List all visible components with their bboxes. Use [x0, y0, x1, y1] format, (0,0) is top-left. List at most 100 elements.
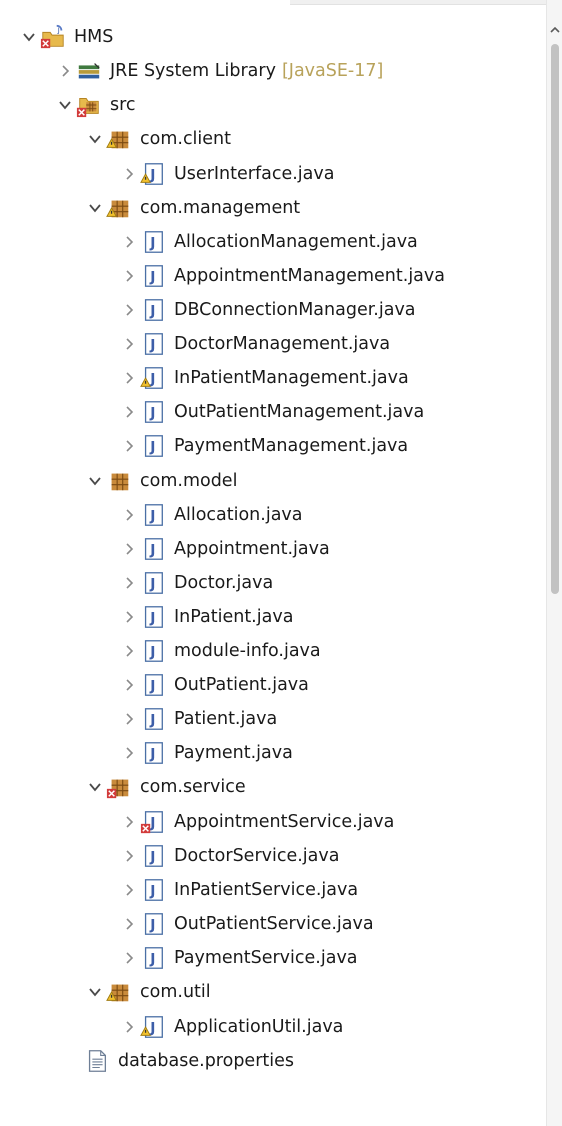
vertical-scrollbar[interactable] — [546, 0, 562, 1126]
scroll-up-arrow-icon[interactable] — [547, 22, 562, 38]
file-label: InPatient.java — [174, 607, 294, 627]
tree-item-java-file[interactable]: J AppointmentService.java — [118, 805, 394, 839]
svg-text:J: J — [149, 543, 155, 559]
tree-item-java-file[interactable]: J Patient.java — [118, 702, 277, 736]
file-label: OutPatient.java — [174, 675, 309, 695]
file-label: PaymentService.java — [174, 948, 358, 968]
svg-text:J: J — [149, 372, 155, 388]
chevron-right-icon[interactable] — [118, 668, 140, 702]
file-label: database.properties — [118, 1051, 294, 1071]
tree-item-java-file[interactable]: J PaymentService.java — [118, 941, 358, 975]
tree-item-java-file[interactable]: J ApplicationUtil.java — [118, 1010, 343, 1044]
scrollbar-thumb[interactable] — [551, 44, 559, 594]
tree-item-java-file[interactable]: J module-info.java — [118, 634, 321, 668]
tree-item-java-file[interactable]: J Doctor.java — [118, 566, 273, 600]
chevron-right-icon[interactable] — [118, 873, 140, 907]
chevron-down-icon[interactable] — [84, 975, 106, 1009]
chevron-right-icon[interactable] — [118, 293, 140, 327]
chevron-right-icon[interactable] — [118, 839, 140, 873]
tree-item-java-file[interactable]: J InPatientManagement.java — [118, 361, 409, 395]
tree-item-java-file[interactable]: J DoctorService.java — [118, 839, 339, 873]
svg-text:J: J — [149, 236, 155, 252]
chevron-right-icon[interactable] — [118, 941, 140, 975]
file-label: OutPatientService.java — [174, 914, 374, 934]
tree-item-java-file[interactable]: J Appointment.java — [118, 532, 330, 566]
tree-item-package-com-model[interactable]: com.model — [84, 464, 237, 498]
file-label: Appointment.java — [174, 539, 330, 559]
tree-item-java-file[interactable]: J Allocation.java — [118, 498, 303, 532]
chevron-down-icon[interactable] — [18, 20, 40, 54]
chevron-right-icon[interactable] — [118, 225, 140, 259]
chevron-right-icon[interactable] — [118, 1010, 140, 1044]
tree-item-java-file[interactable]: J AppointmentManagement.java — [118, 259, 445, 293]
tree-item-src[interactable]: src — [54, 88, 136, 122]
chevron-down-icon[interactable] — [84, 770, 106, 804]
chevron-right-icon[interactable] — [118, 532, 140, 566]
package-explorer-tree: J HMS JRE System Library [JavaSE-17] src… — [0, 0, 546, 1126]
java-file-icon: J — [140, 330, 166, 358]
chevron-down-icon[interactable] — [54, 88, 76, 122]
tree-item-package-com-service[interactable]: com.service — [84, 770, 246, 804]
chevron-right-icon[interactable] — [118, 498, 140, 532]
tree-item-java-file[interactable]: J InPatientService.java — [118, 873, 358, 907]
package-label: com.client — [140, 129, 232, 149]
svg-text:J: J — [149, 918, 155, 934]
project-label: HMS — [74, 27, 114, 47]
package-label: com.management — [140, 198, 301, 218]
java-file-icon: J — [140, 296, 166, 324]
chevron-right-icon[interactable] — [118, 327, 140, 361]
tree-item-package-com-client[interactable]: com.client — [84, 122, 231, 156]
tree-item-java-file[interactable]: J DBConnectionManager.java — [118, 293, 416, 327]
chevron-down-icon[interactable] — [84, 191, 106, 225]
java-project-error-icon: J — [40, 23, 66, 51]
file-label: AppointmentManagement.java — [174, 266, 445, 286]
tree-item-java-file[interactable]: J InPatient.java — [118, 600, 293, 634]
tree-item-java-file[interactable]: J OutPatient.java — [118, 668, 309, 702]
chevron-right-icon[interactable] — [118, 259, 140, 293]
chevron-right-icon[interactable] — [118, 600, 140, 634]
java-file-icon: J — [140, 603, 166, 631]
svg-text:J: J — [149, 713, 155, 729]
tree-item-java-file[interactable]: J UserInterface.java — [118, 157, 334, 191]
chevron-right-icon[interactable] — [118, 157, 140, 191]
chevron-right-icon[interactable] — [54, 54, 76, 88]
tree-item-java-file[interactable]: J PaymentManagement.java — [118, 429, 408, 463]
chevron-right-icon[interactable] — [118, 805, 140, 839]
tree-item-jre-system-library[interactable]: JRE System Library [JavaSE-17] — [54, 54, 383, 88]
tree-item-package-com-util[interactable]: com.util — [84, 975, 211, 1009]
svg-text:J: J — [149, 168, 155, 184]
file-label: Patient.java — [174, 709, 278, 729]
java-file-icon: J — [140, 262, 166, 290]
svg-text:J: J — [149, 1021, 155, 1037]
file-label: Allocation.java — [174, 505, 303, 525]
tree-item-package-com-management[interactable]: com.management — [84, 191, 300, 225]
chevron-right-icon[interactable] — [118, 634, 140, 668]
svg-text:J: J — [149, 645, 155, 661]
chevron-right-icon[interactable] — [118, 907, 140, 941]
java-file-icon: J — [140, 705, 166, 733]
tree-item-java-file[interactable]: J OutPatientService.java — [118, 907, 374, 941]
chevron-right-icon[interactable] — [118, 395, 140, 429]
tree-item-project[interactable]: J HMS — [18, 20, 113, 54]
chevron-right-icon[interactable] — [118, 702, 140, 736]
tree-item-java-file[interactable]: J Payment.java — [118, 736, 293, 770]
chevron-right-icon[interactable] — [118, 736, 140, 770]
file-label: Doctor.java — [174, 573, 274, 593]
jre-version-decoration: [JavaSE-17] — [281, 61, 384, 81]
chevron-down-icon[interactable] — [84, 464, 106, 498]
tree-item-java-file[interactable]: J DoctorManagement.java — [118, 327, 390, 361]
file-label: InPatientManagement.java — [174, 368, 409, 388]
file-label: UserInterface.java — [174, 164, 335, 184]
java-file-icon: J — [140, 944, 166, 972]
chevron-right-icon[interactable] — [118, 566, 140, 600]
chevron-right-icon[interactable] — [118, 361, 140, 395]
svg-text:J: J — [149, 440, 155, 456]
chevron-right-icon[interactable] — [118, 429, 140, 463]
text-file-icon — [84, 1047, 110, 1075]
tree-item-database-properties[interactable]: database.properties — [84, 1044, 294, 1078]
src-label: src — [110, 95, 136, 115]
tree-item-java-file[interactable]: J AllocationManagement.java — [118, 225, 418, 259]
package-error-icon — [106, 773, 132, 801]
chevron-down-icon[interactable] — [84, 122, 106, 156]
tree-item-java-file[interactable]: J OutPatientManagement.java — [118, 395, 424, 429]
